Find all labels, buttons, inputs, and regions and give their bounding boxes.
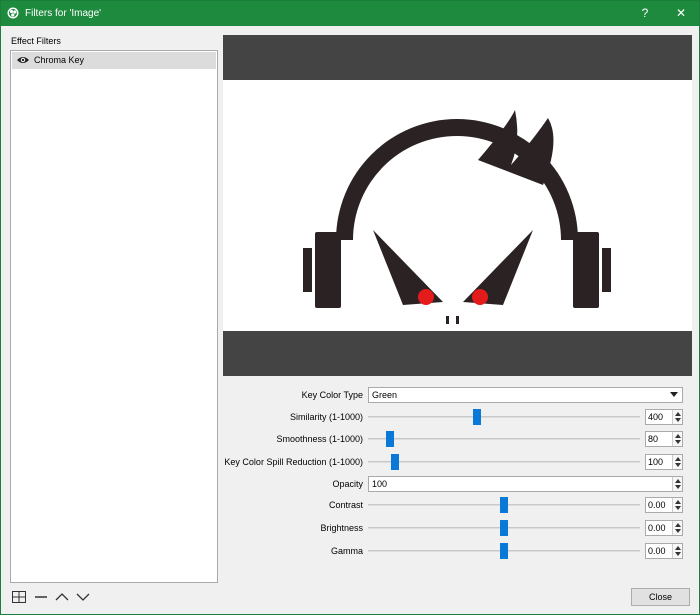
help-button[interactable]: ? xyxy=(631,1,659,26)
window-close-button[interactable]: ✕ xyxy=(667,1,695,26)
key-color-type-label: Key Color Type xyxy=(301,390,363,400)
smoothness-spinbox[interactable]: 80 xyxy=(645,431,683,447)
smoothness-row: Smoothness (1-1000) 80 xyxy=(223,431,692,449)
slider-thumb[interactable] xyxy=(386,431,394,447)
preview-image xyxy=(223,80,692,331)
similarity-slider[interactable] xyxy=(368,409,640,425)
contrast-row: Contrast 0.00 xyxy=(223,497,692,515)
chevron-down-icon xyxy=(670,392,678,397)
similarity-value: 400 xyxy=(648,412,664,422)
slider-thumb[interactable] xyxy=(500,543,508,559)
spin-arrows[interactable] xyxy=(672,498,682,512)
move-up-icon[interactable] xyxy=(54,590,70,604)
spill-reduction-slider[interactable] xyxy=(368,454,640,470)
window-title: Filters for 'Image' xyxy=(25,8,102,19)
filters-window: Filters for 'Image' ? ✕ Effect Filters C… xyxy=(0,0,700,615)
slider-thumb[interactable] xyxy=(473,409,481,425)
slider-track xyxy=(368,416,640,418)
smoothness-value: 80 xyxy=(648,434,659,444)
slider-thumb[interactable] xyxy=(500,520,508,536)
spin-up-icon[interactable] xyxy=(675,479,681,483)
spin-down-icon[interactable] xyxy=(675,529,681,533)
spill-reduction-value: 100 xyxy=(648,457,664,467)
brightness-spinbox[interactable]: 0.00 xyxy=(645,520,683,536)
preview-panel xyxy=(223,35,692,376)
brightness-slider[interactable] xyxy=(368,520,640,536)
slider-track xyxy=(368,461,640,463)
filter-item-chroma-key[interactable]: Chroma Key xyxy=(12,52,216,69)
spill-reduction-spinbox[interactable]: 100 xyxy=(645,454,683,470)
effect-filters-heading: Effect Filters xyxy=(11,36,61,46)
opacity-label: Opacity xyxy=(332,479,363,489)
key-color-type-select[interactable]: Green xyxy=(368,387,683,403)
contrast-spinbox[interactable]: 0.00 xyxy=(645,497,683,513)
spin-down-icon[interactable] xyxy=(675,440,681,444)
gamma-label: Gamma xyxy=(330,546,363,556)
gamma-row: Gamma 0.00 xyxy=(223,543,692,561)
similarity-spinbox[interactable]: 400 xyxy=(645,409,683,425)
spin-arrows[interactable] xyxy=(672,544,682,558)
spin-up-icon[interactable] xyxy=(675,523,681,527)
gamma-spinbox[interactable]: 0.00 xyxy=(645,543,683,559)
opacity-spinbox[interactable]: 100 xyxy=(368,476,683,492)
spin-down-icon[interactable] xyxy=(675,506,681,510)
close-button[interactable]: Close xyxy=(631,588,690,606)
slider-thumb[interactable] xyxy=(500,497,508,513)
contrast-value: 0.00 xyxy=(648,500,666,510)
spin-up-icon[interactable] xyxy=(675,457,681,461)
slider-thumb[interactable] xyxy=(391,454,399,470)
spin-arrows[interactable] xyxy=(672,455,682,469)
spill-reduction-row: Key Color Spill Reduction (1-1000) 100 xyxy=(223,454,692,472)
spin-down-icon[interactable] xyxy=(675,418,681,422)
spin-down-icon[interactable] xyxy=(675,552,681,556)
key-color-type-value: Green xyxy=(372,390,398,400)
spill-reduction-label: Key Color Spill Reduction (1-1000) xyxy=(224,457,363,467)
brightness-label: Brightness xyxy=(320,523,363,533)
mascot-logo-image xyxy=(303,110,611,324)
eye-visibility-icon[interactable] xyxy=(16,55,30,65)
contrast-slider[interactable] xyxy=(368,497,640,513)
title-bar[interactable]: Filters for 'Image' ? ✕ xyxy=(1,1,699,26)
smoothness-label: Smoothness (1-1000) xyxy=(276,434,363,444)
similarity-row: Similarity (1-1000) 400 xyxy=(223,409,692,427)
spin-arrows[interactable] xyxy=(672,521,682,535)
contrast-label: Contrast xyxy=(328,500,363,510)
add-filter-icon[interactable] xyxy=(11,590,27,604)
remove-filter-icon[interactable] xyxy=(33,590,49,604)
spin-up-icon[interactable] xyxy=(675,500,681,504)
smoothness-slider[interactable] xyxy=(368,431,640,447)
opacity-value: 100 xyxy=(372,479,388,489)
spin-arrows[interactable] xyxy=(672,410,682,424)
filter-list[interactable]: Chroma Key xyxy=(10,50,218,583)
key-color-type-row: Key Color Type Green xyxy=(223,387,692,405)
obs-app-icon xyxy=(7,7,19,19)
brightness-value: 0.00 xyxy=(648,523,666,533)
spin-up-icon[interactable] xyxy=(675,412,681,416)
opacity-row: Opacity 100 xyxy=(223,476,692,494)
gamma-slider[interactable] xyxy=(368,543,640,559)
brightness-row: Brightness 0.00 xyxy=(223,520,692,538)
move-down-icon[interactable] xyxy=(75,590,91,604)
filter-item-label: Chroma Key xyxy=(34,55,85,65)
gamma-value: 0.00 xyxy=(648,546,666,556)
spin-up-icon[interactable] xyxy=(675,434,681,438)
spin-up-icon[interactable] xyxy=(675,546,681,550)
spin-down-icon[interactable] xyxy=(675,485,681,489)
similarity-label: Similarity (1-1000) xyxy=(289,412,363,422)
spin-down-icon[interactable] xyxy=(675,463,681,467)
spin-arrows[interactable] xyxy=(672,477,682,491)
slider-track xyxy=(368,438,640,440)
spin-arrows[interactable] xyxy=(672,432,682,446)
